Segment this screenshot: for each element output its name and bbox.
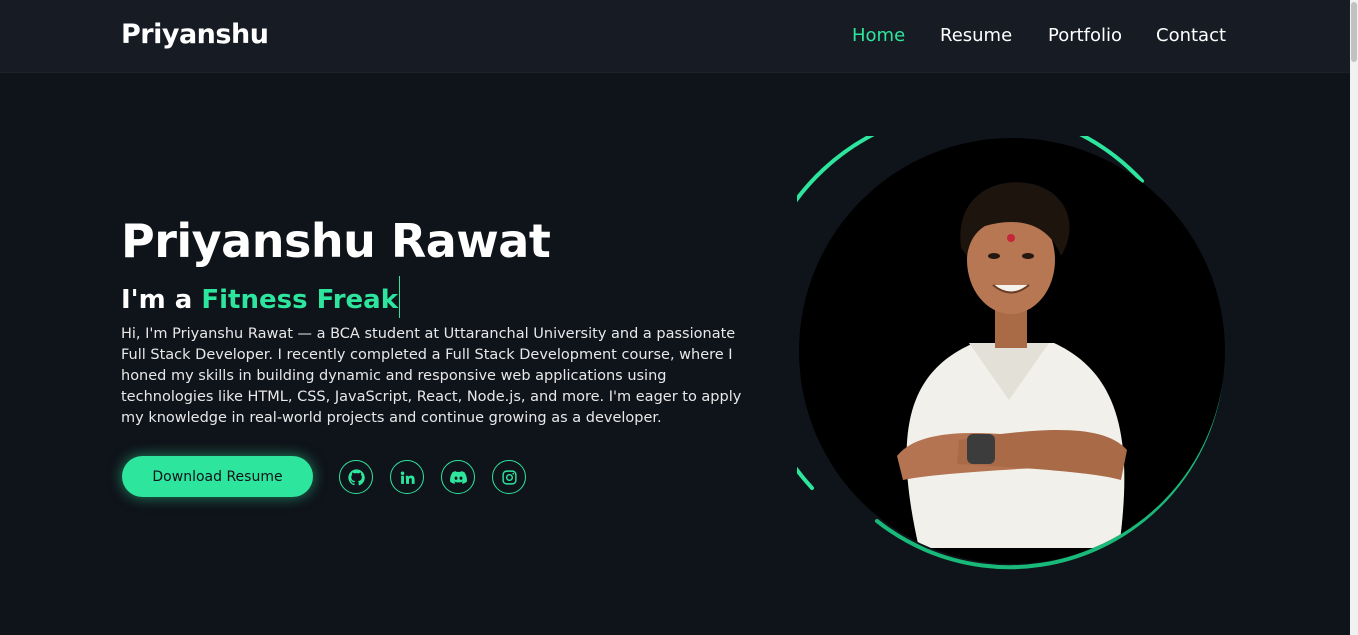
hero-bio: Hi, I'm Priyanshu Rawat — a BCA student …	[121, 326, 742, 426]
scrollbar-thumb[interactable]	[1351, 2, 1357, 62]
hero-subtitle: I'm a Fitness Freak	[121, 276, 401, 318]
linkedin-link[interactable]	[390, 460, 424, 494]
discord-icon	[449, 469, 467, 486]
instagram-link[interactable]	[492, 460, 526, 494]
person-portrait-illustration	[897, 182, 1127, 548]
navbar: Priyanshu Home Resume Portfolio Contact	[0, 0, 1350, 73]
nav-portfolio-link[interactable]: Portfolio	[1048, 25, 1122, 46]
instagram-icon	[501, 469, 518, 486]
page-scrollbar[interactable]	[1350, 0, 1358, 635]
github-icon	[347, 468, 365, 486]
github-link[interactable]	[339, 460, 373, 494]
profile-photo	[799, 138, 1225, 564]
brand-logo[interactable]: Priyanshu	[121, 19, 269, 50]
linkedin-icon	[399, 469, 416, 486]
discord-link[interactable]	[441, 460, 475, 494]
nav-home-link[interactable]: Home	[852, 25, 905, 46]
hero-subtitle-prefix: I'm a	[121, 285, 202, 315]
hero-name: Priyanshu Rawat	[121, 214, 551, 268]
typing-cursor	[399, 276, 401, 318]
profile-photo-frame	[797, 136, 1227, 573]
download-resume-button[interactable]: Download Resume	[122, 456, 313, 497]
nav-contact-link[interactable]: Contact	[1156, 25, 1226, 46]
nav-resume-link[interactable]: Resume	[940, 25, 1012, 46]
hero-typed-role: Fitness Freak	[201, 285, 399, 315]
